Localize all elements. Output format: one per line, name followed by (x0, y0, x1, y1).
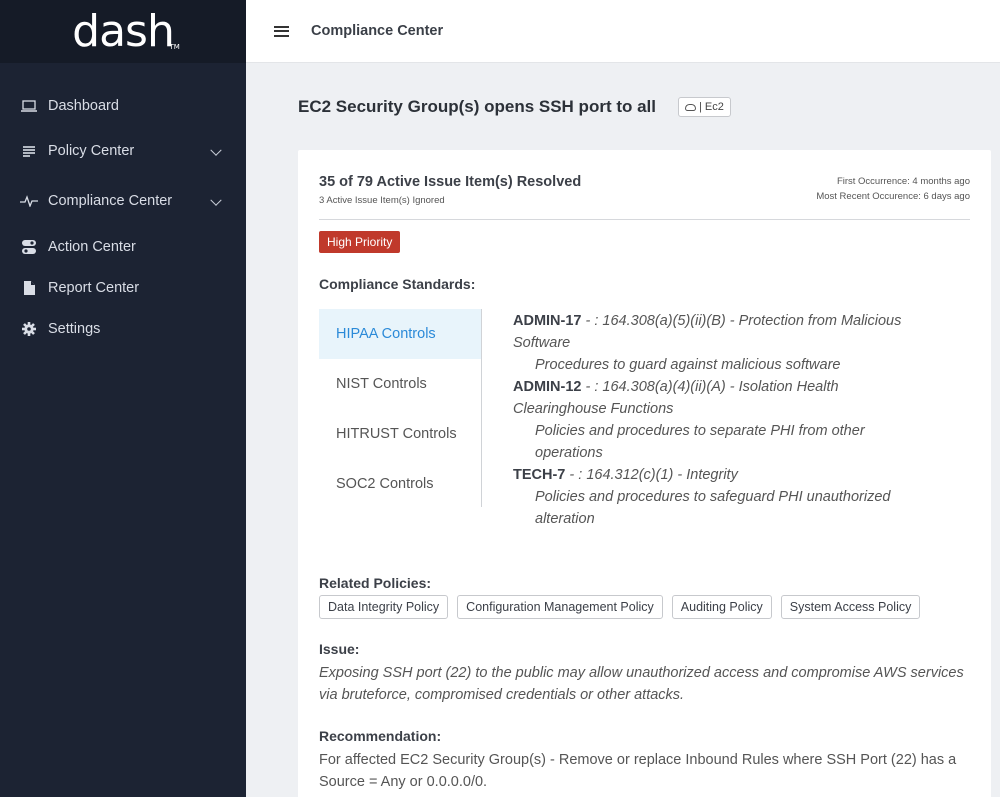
service-tag: | Ec2 (678, 97, 731, 117)
menu-icon[interactable] (274, 25, 289, 37)
logo-tm: TM (169, 43, 180, 51)
tab-hitrust-controls[interactable]: HITRUST Controls (319, 409, 481, 459)
chevron-down-icon[interactable] (210, 144, 222, 156)
recommendation-text: For affected EC2 Security Group(s) - Rem… (319, 752, 957, 790)
occurrence-info: First Occurrence: 4 months ago Most Rece… (816, 174, 970, 204)
control-item: ADMIN-17 - : 164.308(a)(5)(ii)(B) - Prot… (513, 310, 933, 376)
main-content: EC2 Security Group(s) opens SSH port to … (246, 63, 1000, 797)
control-description: Policies and procedures to separate PHI … (535, 423, 865, 461)
sidebar-item-label: Policy Center (48, 143, 135, 159)
priority-badge: High Priority (319, 231, 401, 253)
dash-logo[interactable]: dash TM (72, 6, 180, 57)
laptop-icon (20, 98, 38, 114)
tab-hipaa-controls[interactable]: HIPAA Controls (319, 309, 481, 359)
standards-tabs: HIPAA Controls NIST Controls HITRUST Con… (319, 309, 482, 507)
sidebar-item-label: Action Center (48, 238, 136, 255)
sidebar-item-label: Dashboard (48, 97, 119, 114)
policy-chip[interactable]: Data Integrity Policy (319, 595, 449, 619)
logo-area: dash TM (0, 0, 246, 63)
service-tag-label: | Ec2 (699, 101, 724, 113)
topbar-title: Compliance Center (311, 23, 444, 39)
page-header: EC2 Security Group(s) opens SSH port to … (298, 97, 731, 117)
sidebar-item-settings[interactable]: Settings (0, 308, 246, 349)
policy-chip[interactable]: System Access Policy (780, 595, 921, 619)
card-header: 35 of 79 Active Issue Item(s) Resolved 3… (319, 174, 970, 220)
control-item: ADMIN-12 - : 164.308(a)(4)(ii)(A) - Isol… (513, 376, 933, 464)
sidebar-item-label: Report Center (48, 279, 140, 296)
control-title: - : 164.312(c)(1) - Integrity (565, 467, 738, 483)
sidebar-item-compliance-center[interactable]: Compliance Center (0, 176, 246, 226)
recommendation-label: Recommendation: (319, 728, 442, 744)
compliance-standards-label: Compliance Standards: (319, 276, 476, 292)
controls-list: ADMIN-17 - : 164.308(a)(5)(ii)(B) - Prot… (513, 310, 933, 530)
gear-icon (20, 321, 38, 337)
issue-card: 35 of 79 Active Issue Item(s) Resolved 3… (298, 150, 991, 797)
sidebar: dash TM Dashboard Policy Center Complianc… (0, 0, 246, 797)
control-description: Policies and procedures to safeguard PHI… (535, 489, 891, 527)
tab-nist-controls[interactable]: NIST Controls (319, 359, 481, 409)
related-policies-label: Related Policies: (319, 575, 432, 591)
list-icon (20, 143, 38, 159)
control-code: ADMIN-12 (513, 379, 582, 395)
file-icon (20, 280, 38, 296)
related-policies: Data Integrity Policy Configuration Mana… (319, 595, 921, 619)
sidebar-item-label: Compliance Center (48, 193, 173, 209)
policy-chip[interactable]: Auditing Policy (671, 595, 772, 619)
policy-chip[interactable]: Configuration Management Policy (457, 595, 663, 619)
chevron-down-icon[interactable] (210, 194, 222, 206)
sidebar-item-action-center[interactable]: Action Center (0, 226, 246, 267)
issue-text: Exposing SSH port (22) to the public may… (319, 665, 964, 703)
toggles-icon (20, 239, 38, 255)
tab-soc2-controls[interactable]: SOC2 Controls (319, 459, 481, 509)
sidebar-item-dashboard[interactable]: Dashboard (0, 85, 246, 126)
sidebar-nav: Dashboard Policy Center Compliance Cente… (0, 63, 246, 349)
pulse-icon (20, 193, 38, 209)
recent-occurrence: Most Recent Occurence: 6 days ago (816, 191, 970, 202)
sidebar-item-label: Settings (48, 320, 101, 337)
logo-text: dash (72, 6, 175, 57)
topbar: Compliance Center (246, 0, 1000, 63)
first-occurrence: First Occurrence: 4 months ago (836, 176, 970, 187)
issue-label: Issue: (319, 641, 360, 657)
page-title: EC2 Security Group(s) opens SSH port to … (298, 97, 656, 116)
cloud-icon (685, 103, 696, 111)
control-description: Procedures to guard against malicious so… (535, 357, 841, 373)
sidebar-item-report-center[interactable]: Report Center (0, 267, 246, 308)
control-item: TECH-7 - : 164.312(c)(1) - Integrity Pol… (513, 464, 933, 530)
control-code: TECH-7 (513, 467, 566, 483)
control-code: ADMIN-17 (513, 313, 582, 329)
sidebar-item-policy-center[interactable]: Policy Center (0, 126, 246, 176)
